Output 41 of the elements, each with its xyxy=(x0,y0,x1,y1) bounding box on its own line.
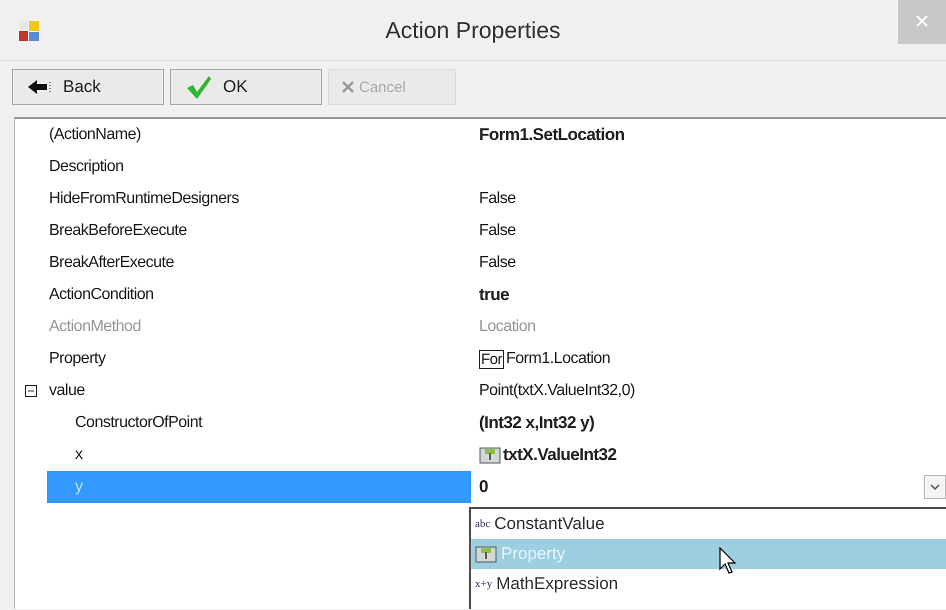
property-name[interactable]: ConstructorOfPoint xyxy=(47,407,471,439)
type-label: abc xyxy=(475,518,490,530)
type-badge: For xyxy=(479,350,504,368)
back-button[interactable]: Back xyxy=(12,69,164,105)
property-value: Point(txtX.ValueInt32,0) xyxy=(479,382,635,400)
type-label: x+y xyxy=(475,578,492,590)
property-value: (Int32 x,Int32 y) xyxy=(479,413,594,433)
property-value: False xyxy=(479,222,516,240)
dropdown-item[interactable]: x+y MathExpression xyxy=(471,569,946,599)
property-name[interactable]: Description xyxy=(47,151,471,183)
caret-icon xyxy=(930,484,940,490)
property-value: true xyxy=(479,285,510,305)
checkmark-icon xyxy=(185,74,213,100)
property-icon xyxy=(479,446,501,464)
collapse-toggle[interactable] xyxy=(25,385,37,397)
property-value: False xyxy=(479,190,516,208)
property-name[interactable]: HideFromRuntimeDesigners xyxy=(47,183,471,215)
property-name[interactable]: x xyxy=(47,439,471,471)
app-icon xyxy=(18,20,40,42)
property-value: txtX.ValueInt32 xyxy=(503,445,616,465)
property-value: Form1.Location xyxy=(506,350,610,368)
dropdown-item[interactable]: abc ConstantValue xyxy=(471,509,946,539)
property-name[interactable]: ActionCondition xyxy=(47,279,471,311)
property-value: Location xyxy=(479,318,536,336)
window-title: Action Properties xyxy=(385,16,561,44)
property-value: 0 xyxy=(479,477,488,497)
property-icon xyxy=(475,545,497,563)
cross-icon xyxy=(341,80,355,94)
dropdown-button[interactable] xyxy=(924,475,946,499)
back-arrow-icon xyxy=(27,78,53,96)
property-name[interactable]: Property xyxy=(47,343,471,375)
property-name[interactable]: value xyxy=(47,375,471,407)
property-value: Form1.SetLocation xyxy=(479,125,624,145)
property-name[interactable]: BreakAfterExecute xyxy=(47,247,471,279)
ok-button[interactable]: OK xyxy=(170,69,322,105)
mouse-cursor-icon xyxy=(719,547,739,575)
close-icon xyxy=(915,14,929,28)
property-name[interactable]: BreakBeforeExecute xyxy=(47,215,471,247)
property-value: False xyxy=(479,254,516,272)
value-editor[interactable]: 0 xyxy=(471,471,946,503)
property-name[interactable]: (ActionName) xyxy=(47,119,471,151)
